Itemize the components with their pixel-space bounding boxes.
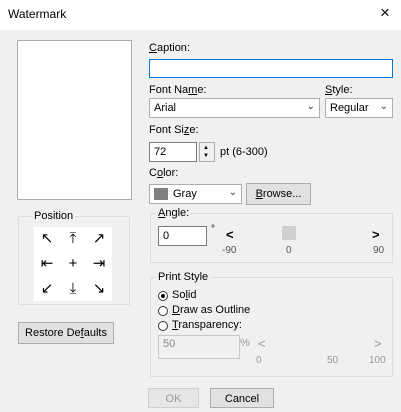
arrow-bottom-right-icon[interactable]: ↘ [88, 278, 110, 300]
transparency-input[interactable]: 50 [158, 335, 240, 359]
transparency-label: Transparency: [172, 319, 242, 331]
font-size-input[interactable]: 72 [149, 142, 197, 162]
watermark-preview [17, 40, 132, 200]
close-icon[interactable]: × [380, 3, 390, 23]
spin-up-icon[interactable]: ▲ [203, 145, 209, 152]
color-select[interactable]: Gray ⌄ [149, 184, 242, 204]
font-size-spinner[interactable]: ▲ ▼ [199, 142, 215, 162]
transparency-unit: % [240, 337, 250, 349]
arrow-top-right-icon[interactable]: ↗ [88, 228, 110, 250]
angle-mid-label: 0 [286, 245, 292, 256]
angle-legend: Angle: [156, 207, 192, 219]
angle-min-label: -90 [222, 245, 237, 256]
position-legend: Position [32, 210, 76, 222]
angle-slider-thumb[interactable] [282, 226, 296, 240]
font-name-select[interactable]: Arial ⌄ [149, 98, 320, 118]
arrow-bottom-icon[interactable]: ⤓ [62, 278, 84, 300]
caption-input[interactable] [149, 59, 393, 78]
angle-max-label: 90 [373, 245, 385, 256]
font-name-label: Font Name: [149, 84, 207, 96]
cancel-button[interactable]: Cancel [210, 388, 274, 408]
transparency-left-arrow[interactable]: < [258, 336, 266, 351]
restore-defaults-button[interactable]: Restore Defaults [18, 322, 114, 344]
solid-label: Solid [172, 289, 197, 301]
font-size-unit: pt (6-300) [220, 146, 268, 158]
arrow-top-icon[interactable]: ⤒ [62, 228, 84, 250]
outline-radio[interactable] [158, 306, 168, 316]
chevron-down-icon: ⌄ [228, 187, 237, 198]
transparency-min-label: 0 [256, 355, 262, 366]
transparency-mid-label: 50 [327, 355, 339, 366]
transparency-right-arrow[interactable]: > [374, 336, 382, 351]
chevron-down-icon: ⌄ [306, 101, 315, 112]
font-size-label: Font Size: [149, 124, 199, 136]
arrow-top-left-icon[interactable]: ↖ [36, 228, 58, 250]
spin-down-icon[interactable]: ▼ [203, 153, 209, 160]
transparency-radio[interactable] [158, 321, 168, 331]
solid-radio[interactable] [158, 291, 168, 301]
arrow-left-icon[interactable]: ⇤ [36, 253, 58, 275]
angle-left-arrow[interactable]: < [226, 227, 234, 242]
angle-right-arrow[interactable]: > [372, 227, 380, 242]
position-grid: ↖ ⤒ ↗ ⇤ + ⇥ ↙ ⤓ ↘ [34, 227, 112, 301]
style-select[interactable]: Regular ⌄ [325, 98, 393, 118]
font-name-value: Arial [154, 102, 177, 114]
browse-button[interactable]: Browse... [246, 183, 311, 205]
print-style-legend: Print Style [156, 271, 211, 283]
style-label: Style: [325, 84, 353, 96]
caption-label: Caption: [149, 42, 190, 54]
color-swatch [154, 188, 168, 200]
style-value: Regular [330, 102, 369, 114]
chevron-down-icon: ⌄ [379, 101, 388, 112]
degree-symbol: ° [211, 224, 215, 235]
angle-input[interactable]: 0 [158, 226, 207, 246]
arrow-bottom-left-icon[interactable]: ↙ [36, 278, 58, 300]
center-icon[interactable]: + [62, 253, 84, 275]
ok-button[interactable]: OK [148, 388, 199, 408]
arrow-right-icon[interactable]: ⇥ [88, 253, 110, 275]
color-value: Gray [173, 188, 197, 200]
outline-label: Draw as Outline [172, 304, 251, 316]
color-label: Color: [149, 167, 179, 179]
transparency-max-label: 100 [369, 355, 386, 366]
window-title: Watermark [8, 7, 67, 21]
